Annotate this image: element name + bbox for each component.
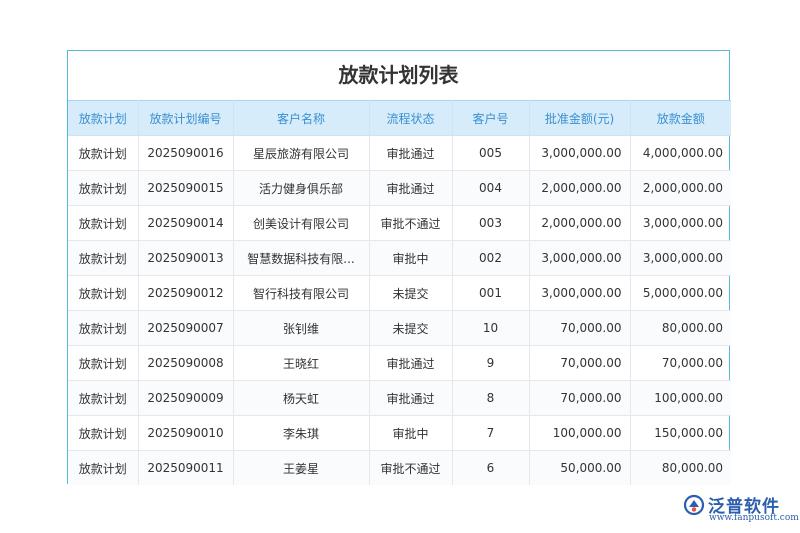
cell-customer-name: 王晓红: [232, 345, 370, 381]
table-row[interactable]: 放款计划 2025090014 创美设计有限公司 审批不通过 003 2,000,000.…: [68, 205, 731, 241]
table-row[interactable]: 放款计划 2025090013 智慧数据科技有限... 审批中 002 3,000,000…: [68, 240, 731, 276]
cell-loan-amount: 150,000.00: [629, 415, 731, 451]
cell-approved-amount: 3,000,000.00: [528, 135, 631, 171]
column-header-plan[interactable]: 放款计划: [68, 100, 139, 136]
table-row[interactable]: 放款计划 2025090008 王晓红 审批通过 9 70,000.00 70,000.00: [68, 345, 731, 381]
cell-loan-amount: 3,000,000.00: [629, 205, 731, 241]
cell-approved-amount: 100,000.00: [528, 415, 631, 451]
table-header-row: 放款计划 放款计划编号 客户名称 流程状态 客户号 批准金额(元) 放款金额: [68, 100, 731, 136]
cell-plan: 放款计划: [68, 275, 139, 311]
cell-customer-no: 003: [451, 205, 530, 241]
fanpu-logo-icon: [683, 494, 705, 516]
cell-approved-amount: 2,000,000.00: [528, 205, 631, 241]
cell-loan-amount: 3,000,000.00: [629, 240, 731, 276]
cell-approved-amount: 3,000,000.00: [528, 240, 631, 276]
column-header-status[interactable]: 流程状态: [368, 100, 453, 136]
cell-plan: 放款计划: [68, 240, 139, 276]
cell-plan-no: 2025090007: [137, 310, 234, 346]
cell-loan-amount: 100,000.00: [629, 380, 731, 416]
cell-status: 未提交: [368, 275, 453, 311]
cell-plan-no: 2025090011: [137, 450, 234, 485]
cell-customer-name: 王姜星: [232, 450, 370, 485]
fanpu-logo[interactable]: 泛普软件 www.fanpusoft.com: [683, 492, 799, 526]
table-row[interactable]: 放款计划 2025090010 李朱琪 审批中 7 100,000.00 150,000.0…: [68, 415, 731, 451]
column-header-approved-amount[interactable]: 批准金额(元): [528, 100, 631, 136]
cell-plan-no: 2025090013: [137, 240, 234, 276]
column-header-customer-name[interactable]: 客户名称: [232, 100, 370, 136]
cell-customer-no: 10: [451, 310, 530, 346]
cell-plan-no: 2025090012: [137, 275, 234, 311]
cell-loan-amount: 80,000.00: [629, 310, 731, 346]
cell-plan: 放款计划: [68, 345, 139, 381]
cell-approved-amount: 70,000.00: [528, 380, 631, 416]
table-row[interactable]: 放款计划 2025090009 杨天虹 审批通过 8 70,000.00 100,000.0…: [68, 380, 731, 416]
cell-customer-no: 005: [451, 135, 530, 171]
table-body: 放款计划 2025090016 星辰旅游有限公司 审批通过 005 3,000,000.0…: [68, 135, 731, 485]
table-row[interactable]: 放款计划 2025090016 星辰旅游有限公司 审批通过 005 3,000,000.0…: [68, 135, 731, 171]
cell-plan: 放款计划: [68, 135, 139, 171]
cell-loan-amount: 5,000,000.00: [629, 275, 731, 311]
column-header-customer-no[interactable]: 客户号: [451, 100, 530, 136]
cell-approved-amount: 2,000,000.00: [528, 170, 631, 206]
cell-status: 审批不通过: [368, 205, 453, 241]
cell-loan-amount: 70,000.00: [629, 345, 731, 381]
cell-customer-no: 9: [451, 345, 530, 381]
cell-plan-no: 2025090008: [137, 345, 234, 381]
cell-plan-no: 2025090009: [137, 380, 234, 416]
cell-customer-name: 张钊维: [232, 310, 370, 346]
page-title: 放款计划列表: [338, 63, 459, 87]
cell-approved-amount: 70,000.00: [528, 345, 631, 381]
table-row[interactable]: 放款计划 2025090011 王姜星 审批不通过 6 50,000.00 80,000.0…: [68, 450, 731, 485]
cell-customer-no: 8: [451, 380, 530, 416]
cell-plan: 放款计划: [68, 170, 139, 206]
cell-status: 审批中: [368, 240, 453, 276]
cell-plan: 放款计划: [68, 310, 139, 346]
cell-customer-name: 活力健身俱乐部: [232, 170, 370, 206]
loan-plan-panel: 放款计划列表 放款计划 放款计划编号 客户名称 流程状态 客户号 批准金额(元)…: [67, 50, 731, 485]
cell-status: 审批通过: [368, 380, 453, 416]
cell-customer-name: 杨天虹: [232, 380, 370, 416]
cell-plan-no: 2025090016: [137, 135, 234, 171]
table-row[interactable]: 放款计划 2025090015 活力健身俱乐部 审批通过 004 2,000,000.00…: [68, 170, 731, 206]
loan-plan-table: 放款计划 放款计划编号 客户名称 流程状态 客户号 批准金额(元) 放款金额 放…: [68, 100, 731, 485]
cell-approved-amount: 50,000.00: [528, 450, 631, 485]
cell-plan-no: 2025090010: [137, 415, 234, 451]
cell-customer-no: 6: [451, 450, 530, 485]
table-row[interactable]: 放款计划 2025090007 张钊维 未提交 10 70,000.00 80,000.00: [68, 310, 731, 346]
column-header-plan-no[interactable]: 放款计划编号: [137, 100, 234, 136]
cell-status: 审批通过: [368, 170, 453, 206]
cell-approved-amount: 70,000.00: [528, 310, 631, 346]
cell-plan: 放款计划: [68, 450, 139, 485]
cell-status: 未提交: [368, 310, 453, 346]
cell-plan: 放款计划: [68, 205, 139, 241]
cell-customer-no: 7: [451, 415, 530, 451]
cell-plan: 放款计划: [68, 380, 139, 416]
cell-status: 审批不通过: [368, 450, 453, 485]
column-header-loan-amount[interactable]: 放款金额: [629, 100, 731, 136]
cell-loan-amount: 80,000.00: [629, 450, 731, 485]
cell-loan-amount: 4,000,000.00: [629, 135, 731, 171]
cell-customer-no: 004: [451, 170, 530, 206]
cell-status: 审批通过: [368, 345, 453, 381]
cell-customer-no: 001: [451, 275, 530, 311]
cell-customer-name: 星辰旅游有限公司: [232, 135, 370, 171]
cell-customer-no: 002: [451, 240, 530, 276]
cell-plan: 放款计划: [68, 415, 139, 451]
cell-approved-amount: 3,000,000.00: [528, 275, 631, 311]
cell-customer-name: 李朱琪: [232, 415, 370, 451]
table-row[interactable]: 放款计划 2025090012 智行科技有限公司 未提交 001 3,000,000.00…: [68, 275, 731, 311]
logo-url: www.fanpusoft.com: [709, 513, 799, 523]
cell-customer-name: 创美设计有限公司: [232, 205, 370, 241]
cell-plan-no: 2025090014: [137, 205, 234, 241]
cell-status: 审批中: [368, 415, 453, 451]
cell-customer-name: 智慧数据科技有限...: [232, 240, 370, 276]
cell-loan-amount: 2,000,000.00: [629, 170, 731, 206]
cell-plan-no: 2025090015: [137, 170, 234, 206]
cell-customer-name: 智行科技有限公司: [232, 275, 370, 311]
cell-status: 审批通过: [368, 135, 453, 171]
